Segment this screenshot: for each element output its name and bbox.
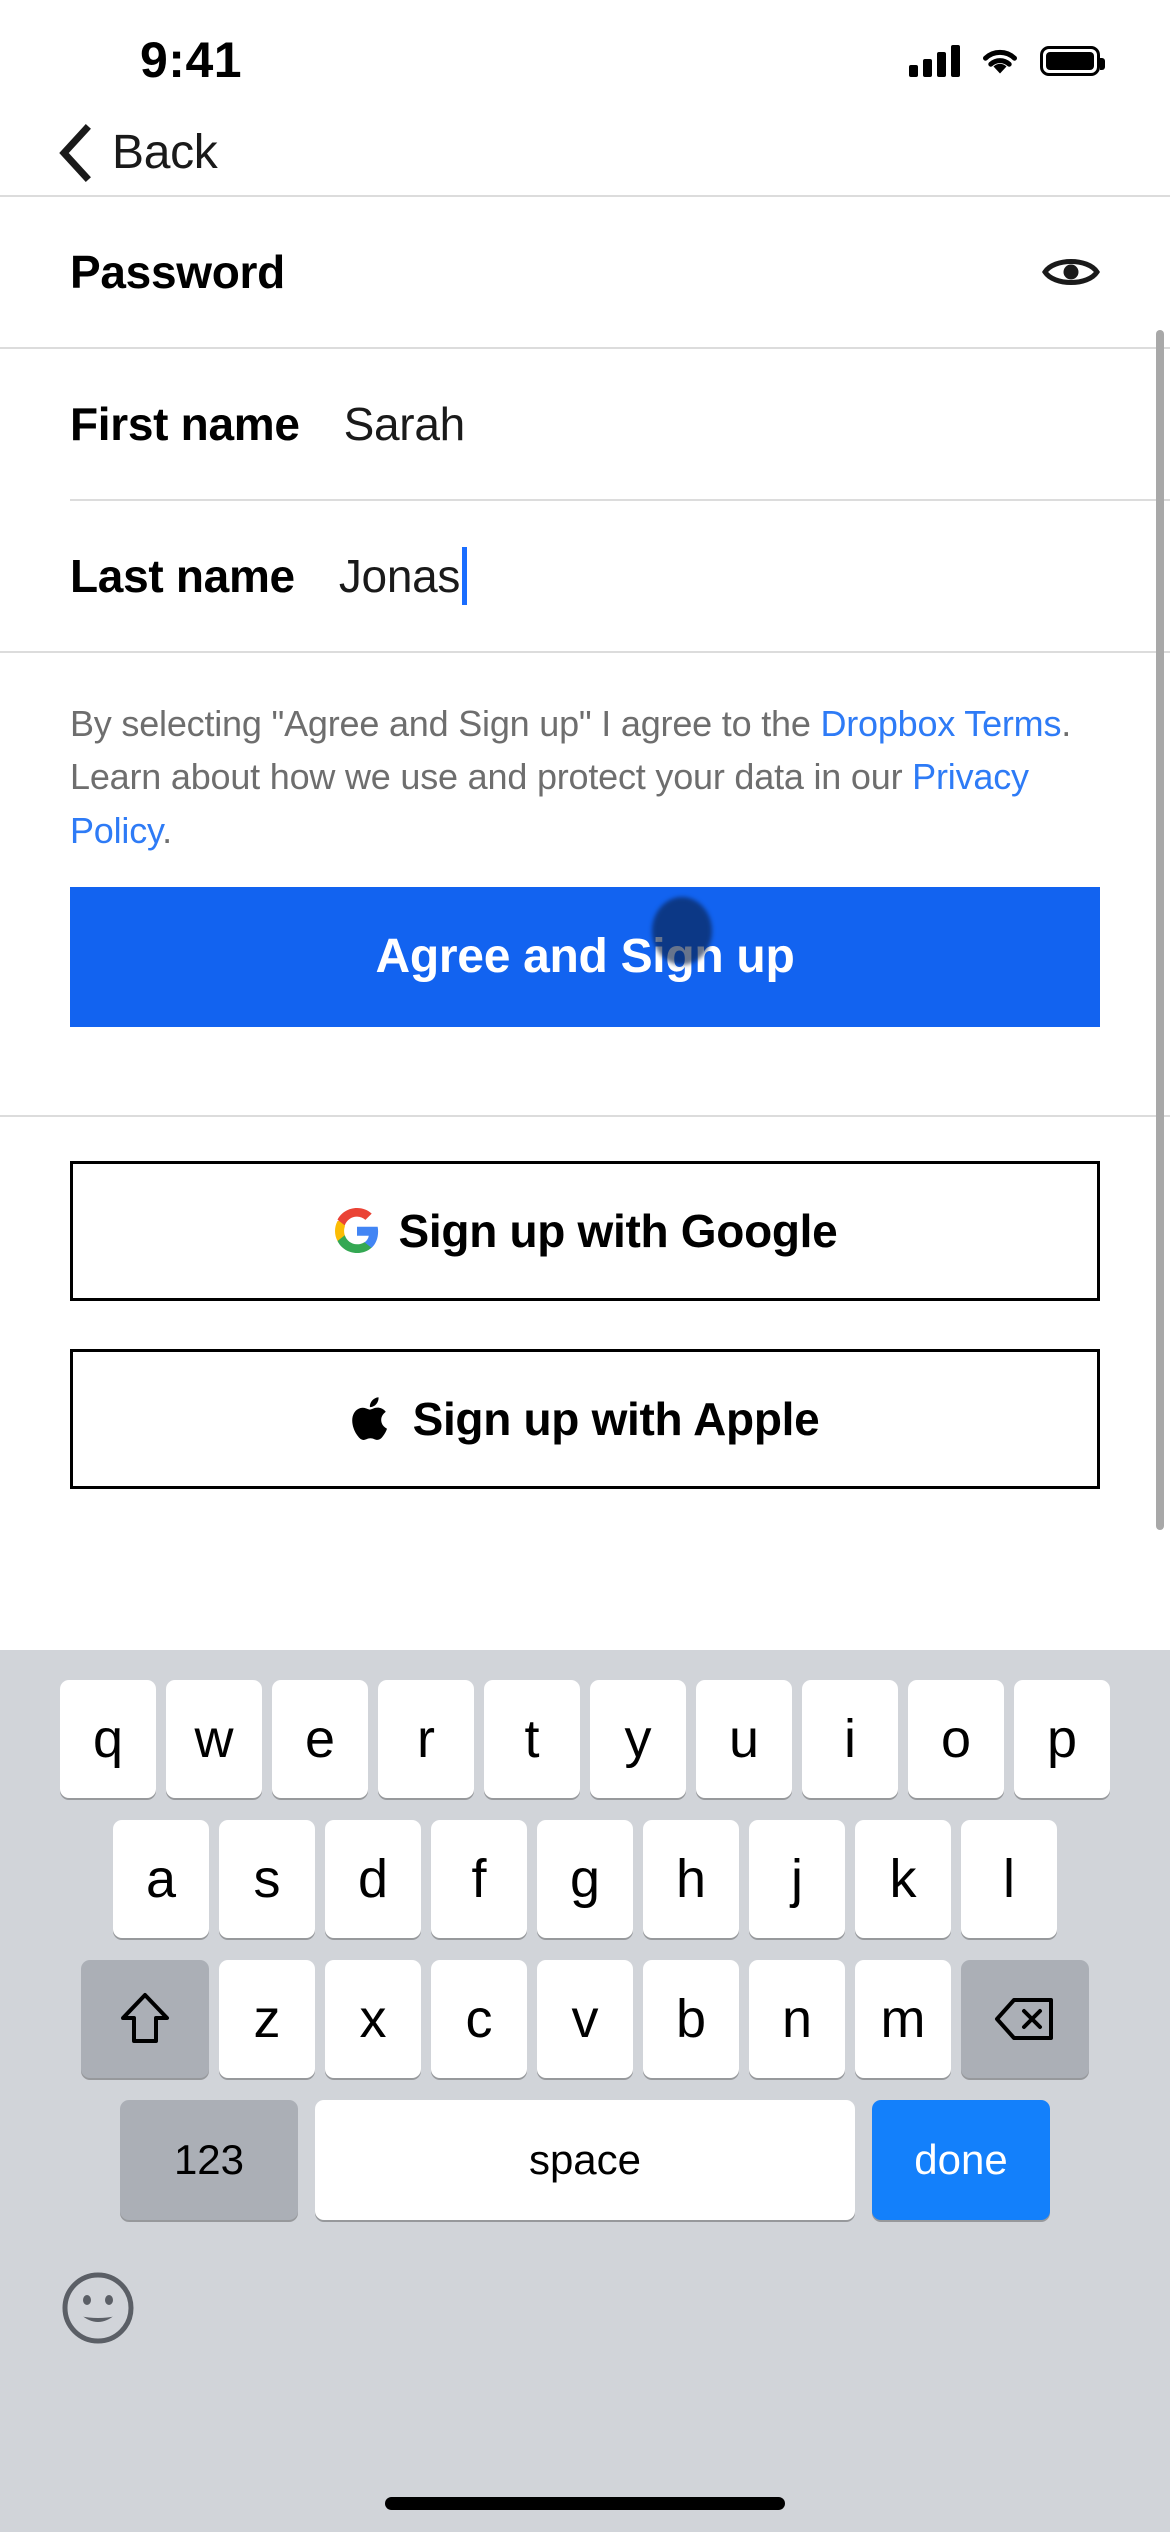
key-r[interactable]: r <box>378 1680 474 1798</box>
signup-with-apple-label: Sign up with Apple <box>412 1392 820 1445</box>
first-name-row[interactable]: First name Sarah <box>0 349 1170 499</box>
legal-part-1: By selecting "Agree and Sign up" I agree… <box>70 703 821 744</box>
key-f[interactable]: f <box>431 1820 527 1938</box>
last-name-row[interactable]: Last name Jonas <box>0 501 1170 651</box>
keyboard-row-1: q w e r t y u i o p <box>0 1650 1170 1798</box>
last-name-input[interactable]: Jonas <box>338 547 468 605</box>
keyboard-row-4: 123 space done <box>0 2100 1170 2220</box>
wifi-icon <box>983 49 1017 74</box>
key-w[interactable]: w <box>166 1680 262 1798</box>
key-e[interactable]: e <box>272 1680 368 1798</box>
navigation-bar: Back <box>0 110 1170 195</box>
shift-arrow-icon <box>121 1993 169 2043</box>
key-u[interactable]: u <box>696 1680 792 1798</box>
first-name-label: First name <box>70 398 300 450</box>
social-signup-buttons: Sign up with Google Sign up with Apple <box>0 1117 1170 1489</box>
first-name-input[interactable]: Sarah <box>344 397 466 451</box>
key-d[interactable]: d <box>325 1820 421 1938</box>
back-label: Back <box>112 126 218 179</box>
keyboard-row-3: z x c v b n m <box>0 1960 1170 2078</box>
key-b[interactable]: b <box>643 1960 739 2078</box>
cellular-bars-icon <box>909 45 960 77</box>
toggle-password-visibility-button[interactable] <box>1042 252 1100 292</box>
numeric-key[interactable]: 123 <box>120 2100 298 2220</box>
key-n[interactable]: n <box>749 1960 845 2078</box>
status-time: 9:41 <box>140 32 243 88</box>
key-x[interactable]: x <box>325 1960 421 2078</box>
dropbox-terms-link[interactable]: Dropbox Terms <box>820 703 1061 744</box>
status-bar: 9:41 <box>0 0 1170 110</box>
keyboard-row-2: a s d f g h j k l <box>0 1820 1170 1938</box>
signup-with-google-label: Sign up with Google <box>398 1204 838 1257</box>
signup-form: Password First name Sarah Last name Jona… <box>0 195 1170 1650</box>
key-l[interactable]: l <box>961 1820 1057 1938</box>
space-key[interactable]: space <box>315 2100 855 2220</box>
key-s[interactable]: s <box>219 1820 315 1938</box>
key-k[interactable]: k <box>855 1820 951 1938</box>
key-o[interactable]: o <box>908 1680 1004 1798</box>
backspace-delete-icon <box>995 1998 1053 2040</box>
key-i[interactable]: i <box>802 1680 898 1798</box>
back-button[interactable]: Back <box>56 123 218 182</box>
legal-text: By selecting "Agree and Sign up" I agree… <box>70 697 1100 857</box>
google-g-icon <box>334 1207 378 1253</box>
key-g[interactable]: g <box>537 1820 633 1938</box>
keyboard-bottom-bar <box>0 2242 1170 2346</box>
signup-with-google-button[interactable]: Sign up with Google <box>70 1160 1100 1301</box>
shift-key[interactable] <box>81 1960 209 2078</box>
key-p[interactable]: p <box>1014 1680 1110 1798</box>
password-row[interactable]: Password <box>0 197 1170 347</box>
last-name-label: Last name <box>70 550 295 602</box>
battery-full-icon <box>1040 46 1105 76</box>
backspace-key[interactable] <box>961 1960 1089 2078</box>
key-m[interactable]: m <box>855 1960 951 2078</box>
phone-screen: 9:41 Back Password First name Sarah Last… <box>0 0 1170 2532</box>
vertical-scrollbar[interactable] <box>1156 330 1164 1530</box>
legal-text-block: By selecting "Agree and Sign up" I agree… <box>0 653 1170 857</box>
chevron-left-icon <box>59 123 91 182</box>
status-icons <box>909 45 1105 77</box>
key-q[interactable]: q <box>60 1680 156 1798</box>
key-a[interactable]: a <box>113 1820 209 1938</box>
key-z[interactable]: z <box>219 1960 315 2078</box>
emoji-smiley-icon[interactable] <box>60 2270 136 2346</box>
onscreen-keyboard: q w e r t y u i o p a s d f g h j k l z … <box>0 1650 1170 2532</box>
key-y[interactable]: y <box>590 1680 686 1798</box>
last-name-value: Jonas <box>338 550 461 602</box>
primary-button-wrap: Agree and Sign up <box>0 857 1170 1027</box>
signup-with-apple-button[interactable]: Sign up with Apple <box>70 1348 1100 1489</box>
key-c[interactable]: c <box>431 1960 527 2078</box>
agree-and-signup-label: Agree and Sign up <box>375 930 795 984</box>
key-h[interactable]: h <box>643 1820 739 1938</box>
eye-icon <box>1042 259 1100 285</box>
legal-part-3: . <box>162 809 172 851</box>
home-indicator <box>385 2497 785 2510</box>
key-j[interactable]: j <box>749 1820 845 1938</box>
apple-logo-icon <box>351 1397 387 1440</box>
done-key[interactable]: done <box>872 2100 1050 2220</box>
text-caret <box>462 547 468 605</box>
password-label: Password <box>70 246 285 298</box>
key-v[interactable]: v <box>537 1960 633 2078</box>
key-t[interactable]: t <box>484 1680 580 1798</box>
agree-and-signup-button[interactable]: Agree and Sign up <box>70 886 1100 1027</box>
